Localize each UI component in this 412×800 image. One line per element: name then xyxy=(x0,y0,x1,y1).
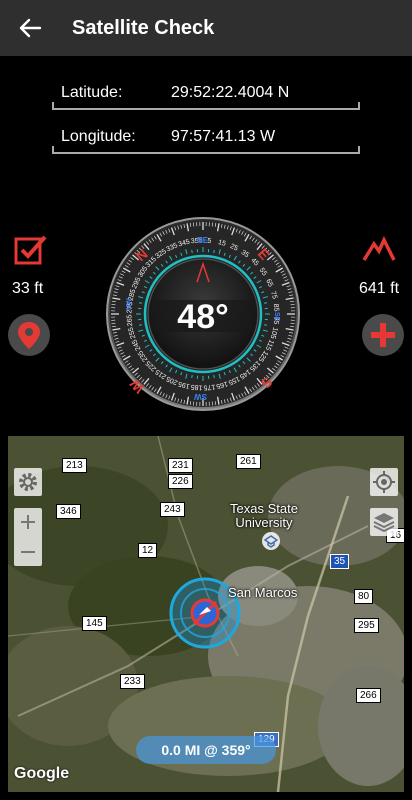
accuracy-value: 33 ft xyxy=(12,280,44,297)
mountain-altitude-icon xyxy=(362,235,396,267)
compass-ne-label: NE xyxy=(197,236,209,245)
divider xyxy=(358,146,360,154)
add-button[interactable] xyxy=(362,314,404,356)
back-button[interactable] xyxy=(14,12,46,44)
divider xyxy=(52,146,54,154)
plus-icon xyxy=(371,323,395,347)
google-logo: Google xyxy=(14,765,70,782)
latitude-value: 29:52:22.4004 N xyxy=(171,84,290,101)
longitude-value: 97:57:41.13 W xyxy=(171,128,276,145)
zoom-out-button[interactable] xyxy=(14,538,42,566)
gear-icon xyxy=(19,473,37,491)
heading-readout: 48° xyxy=(177,298,228,336)
divider xyxy=(52,152,360,154)
university-pin-icon xyxy=(262,532,280,550)
divider xyxy=(52,102,54,110)
highway-shield: 261 xyxy=(236,454,261,469)
crosshair-icon xyxy=(373,471,395,493)
distance-bearing-status: 0.0 MI @ 359° xyxy=(136,736,276,764)
checkbox-accuracy-icon[interactable] xyxy=(14,234,48,271)
highway-shield: 145 xyxy=(82,616,107,631)
compass-dial: 5 15 25 35 45 55 65 75 85 95 105 115 125 135 145 155 165… xyxy=(105,216,301,412)
highway-shield: 12 xyxy=(138,543,158,558)
map-settings-button[interactable] xyxy=(14,468,42,496)
altitude-value: 641 ft xyxy=(359,280,400,297)
highway-shield: 80 xyxy=(354,589,374,604)
my-location-button[interactable] xyxy=(370,468,398,496)
highway-shield: 295 xyxy=(354,618,379,633)
compass-nw-label: NW xyxy=(126,298,133,310)
page-title: Satellite Check xyxy=(72,17,215,39)
compass-degree-mark: 175 xyxy=(203,383,215,391)
highway-shield: 266 xyxy=(356,688,381,703)
arrow-left-icon xyxy=(19,18,42,38)
compass-degree-mark: 185 xyxy=(190,383,202,391)
app-bar: Satellite Check xyxy=(0,0,412,56)
map-layers-button[interactable] xyxy=(370,508,398,536)
longitude-row: Longitude: 97:57:41.13 W xyxy=(52,124,360,154)
map-pin-icon xyxy=(18,322,40,349)
highway-shield: 231 xyxy=(168,458,193,473)
latitude-label: Latitude: xyxy=(61,84,123,101)
compass-sw-label: SW xyxy=(194,392,207,401)
zoom-controls xyxy=(14,508,42,566)
location-pin-button[interactable] xyxy=(8,314,50,356)
zoom-in-button[interactable] xyxy=(14,508,42,536)
divider xyxy=(52,108,360,110)
layers-icon xyxy=(373,513,395,533)
minus-icon xyxy=(21,551,35,553)
satellite-map[interactable]: Texas State University San Marcos 213 23… xyxy=(8,436,404,792)
compass-degree-mark: 85 xyxy=(272,303,280,311)
highway-shield: 346 xyxy=(56,504,81,519)
divider xyxy=(358,102,360,110)
longitude-label: Longitude: xyxy=(61,128,136,145)
interstate-shield: 35 xyxy=(330,554,350,569)
plus-icon xyxy=(21,515,35,529)
place-label-city: San Marcos xyxy=(228,585,298,600)
compass-degree-mark: 265 xyxy=(126,314,134,326)
place-label-university: Texas State University xyxy=(230,501,298,530)
compass-se-label: SE xyxy=(273,312,280,322)
highway-shield: 213 xyxy=(62,458,87,473)
highway-shield: 243 xyxy=(160,502,185,517)
highway-shield: 226 xyxy=(168,474,193,489)
latitude-row: Latitude: 29:52:22.4004 N xyxy=(52,80,360,110)
highway-shield: 233 xyxy=(120,674,145,689)
